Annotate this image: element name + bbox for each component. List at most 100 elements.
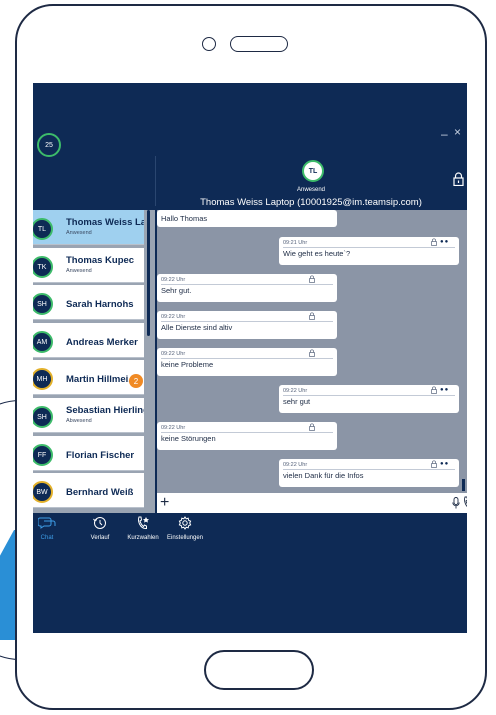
contact-name: Sebastian Hierling: [66, 405, 144, 416]
incoming-message[interactable]: 09:22 Uhr Alle Dienste sind altiv: [157, 311, 337, 339]
message-lock-icon: [431, 238, 437, 246]
incoming-message[interactable]: 09:22 Uhr Sehr gut.: [157, 274, 337, 302]
contact-avatar: TK: [33, 256, 53, 278]
message-lock-icon: [309, 423, 315, 431]
message-divider: [161, 432, 333, 433]
contact-item[interactable]: FF Florian Fischer: [33, 436, 144, 471]
chat-header: TL Anwesend Thomas Weiss Laptop (1000192…: [155, 156, 467, 208]
contact-avatar: MH: [33, 368, 53, 390]
message-divider: [283, 395, 455, 396]
chat-icon: [38, 517, 56, 529]
contact-item[interactable]: AM Andreas Merker: [33, 323, 144, 358]
message-time: 09:22 Uhr: [283, 462, 308, 468]
camera-icon: [202, 37, 216, 51]
contact-list-scrollbar[interactable]: [147, 210, 150, 336]
lock-icon[interactable]: [453, 172, 464, 186]
outgoing-message[interactable]: 09:22 Uhr ●● sehr gut: [279, 385, 459, 413]
outgoing-message[interactable]: 09:22 Uhr ●● vielen Dank für die Infos: [279, 459, 459, 487]
nav-label: Einstellungen: [166, 535, 204, 541]
contact-name: Andreas Merker: [66, 337, 138, 348]
message-text: Sehr gut.: [161, 286, 192, 295]
app-logo-text: 25: [45, 141, 53, 149]
contact-avatar: BW: [33, 481, 53, 503]
app-logo[interactable]: 25: [37, 133, 61, 157]
contact-item[interactable]: BW Bernhard Weiß: [33, 473, 144, 508]
contact-item[interactable]: SH Sebastian Hierling Abwesend: [33, 398, 144, 433]
chat-partner-avatar[interactable]: TL: [302, 160, 324, 182]
nav-einstellungen[interactable]: Einstellungen: [163, 515, 207, 541]
contact-avatar: TL: [33, 218, 53, 240]
add-attachment-button[interactable]: +: [160, 493, 169, 513]
message-time: 09:22 Uhr: [161, 351, 186, 357]
home-button[interactable]: [204, 650, 314, 690]
incoming-message[interactable]: 09:22 Uhr keine Störungen: [157, 422, 337, 450]
message-divider: [161, 358, 333, 359]
contact-list[interactable]: TL Thomas Weiss Lap... Anwesend TK Thomas Ku…: [33, 210, 155, 513]
message-lock-icon: [431, 386, 437, 394]
speaker-grille: [230, 36, 288, 52]
contact-name: Thomas Kupec: [66, 255, 135, 266]
incoming-message[interactable]: 09:22 Uhr keine Probleme: [157, 348, 337, 376]
phone-icon[interactable]: [463, 496, 467, 510]
contact-status: Anwesend: [66, 268, 92, 274]
bottom-navigation: Chat Verlauf Kurzwahlen Einstellungen: [33, 515, 233, 549]
contact-item[interactable]: TK Thomas Kupec Anwesend: [33, 248, 144, 283]
outgoing-message[interactable]: 09:21 Uhr ●● Wie geht es heute`?: [279, 237, 459, 265]
message-lock-icon: [431, 460, 437, 468]
message-text: keine Probleme: [161, 360, 214, 369]
contact-name: Bernhard Weiß: [66, 487, 134, 498]
contact-item[interactable]: MH Martin Hillmei... 2: [33, 360, 144, 395]
message-text: keine Störungen: [161, 434, 216, 443]
chat-partner-name: Thomas Weiss Laptop (10001925@im.teamsip…: [200, 197, 422, 208]
speed-dial-icon: [138, 516, 149, 530]
message-input-bar[interactable]: +: [157, 493, 467, 513]
contact-avatar: SH: [33, 406, 53, 428]
message-text: vielen Dank für die Infos: [283, 471, 364, 480]
message-time: 09:21 Uhr: [283, 240, 308, 246]
message-time: 09:22 Uhr: [161, 314, 186, 320]
contact-avatar: SH: [33, 293, 53, 315]
microphone-icon[interactable]: [452, 497, 460, 509]
contact-status: Abwesend: [66, 418, 92, 424]
nav-kurzwahlen[interactable]: Kurzwahlen: [123, 515, 163, 541]
stage: 25 – × TL Anwesend Thomas Weiss Laptop (…: [0, 0, 496, 715]
contact-status: Anwesend: [66, 230, 92, 236]
message-time: 09:22 Uhr: [161, 277, 186, 283]
message-divider: [161, 284, 333, 285]
message-text: sehr gut: [283, 397, 311, 406]
delivered-dots-icon: ●●: [440, 461, 450, 467]
incoming-message[interactable]: Hallo Thomas: [157, 210, 337, 227]
message-divider: [283, 469, 455, 470]
minimize-button[interactable]: –: [441, 127, 448, 141]
contact-item[interactable]: TL Thomas Weiss Lap... Anwesend: [33, 210, 144, 245]
nav-chat[interactable]: Chat: [33, 515, 61, 541]
chat-partner-status: Anwesend: [296, 187, 326, 193]
contact-name: Sarah Harnohs: [66, 299, 134, 310]
message-text: Alle Dienste sind altiv: [161, 323, 233, 332]
history-icon: [93, 517, 106, 529]
contact-name: Thomas Weiss Lap...: [66, 217, 144, 228]
unread-badge: 2: [129, 374, 143, 388]
contact-item[interactable]: SH Sarah Harnohs: [33, 285, 144, 320]
contact-avatar: AM: [33, 331, 53, 353]
message-time: 09:22 Uhr: [283, 388, 308, 394]
message-divider: [283, 247, 455, 248]
message-divider: [161, 321, 333, 322]
message-text: Wie geht es heute`?: [283, 249, 351, 258]
message-lock-icon: [309, 349, 315, 357]
delivered-dots-icon: ●●: [440, 239, 450, 245]
nav-verlauf[interactable]: Verlauf: [83, 515, 117, 541]
app-screen: 25 – × TL Anwesend Thomas Weiss Laptop (…: [33, 83, 467, 633]
chat-history[interactable]: Hallo Thomas 09:21 Uhr ●● Wie geht es heute…: [157, 210, 467, 493]
chat-scrollbar[interactable]: [462, 479, 465, 491]
nav-label: Chat: [40, 535, 54, 541]
contact-name: Martin Hillmei...: [66, 374, 137, 385]
message-lock-icon: [309, 312, 315, 320]
close-button[interactable]: ×: [454, 125, 461, 139]
contact-avatar: FF: [33, 444, 53, 466]
delivered-dots-icon: ●●: [440, 387, 450, 393]
settings-icon: [178, 516, 192, 530]
message-lock-icon: [309, 275, 315, 283]
message-time: 09:22 Uhr: [161, 425, 186, 431]
nav-label: Kurzwahlen: [127, 535, 159, 541]
